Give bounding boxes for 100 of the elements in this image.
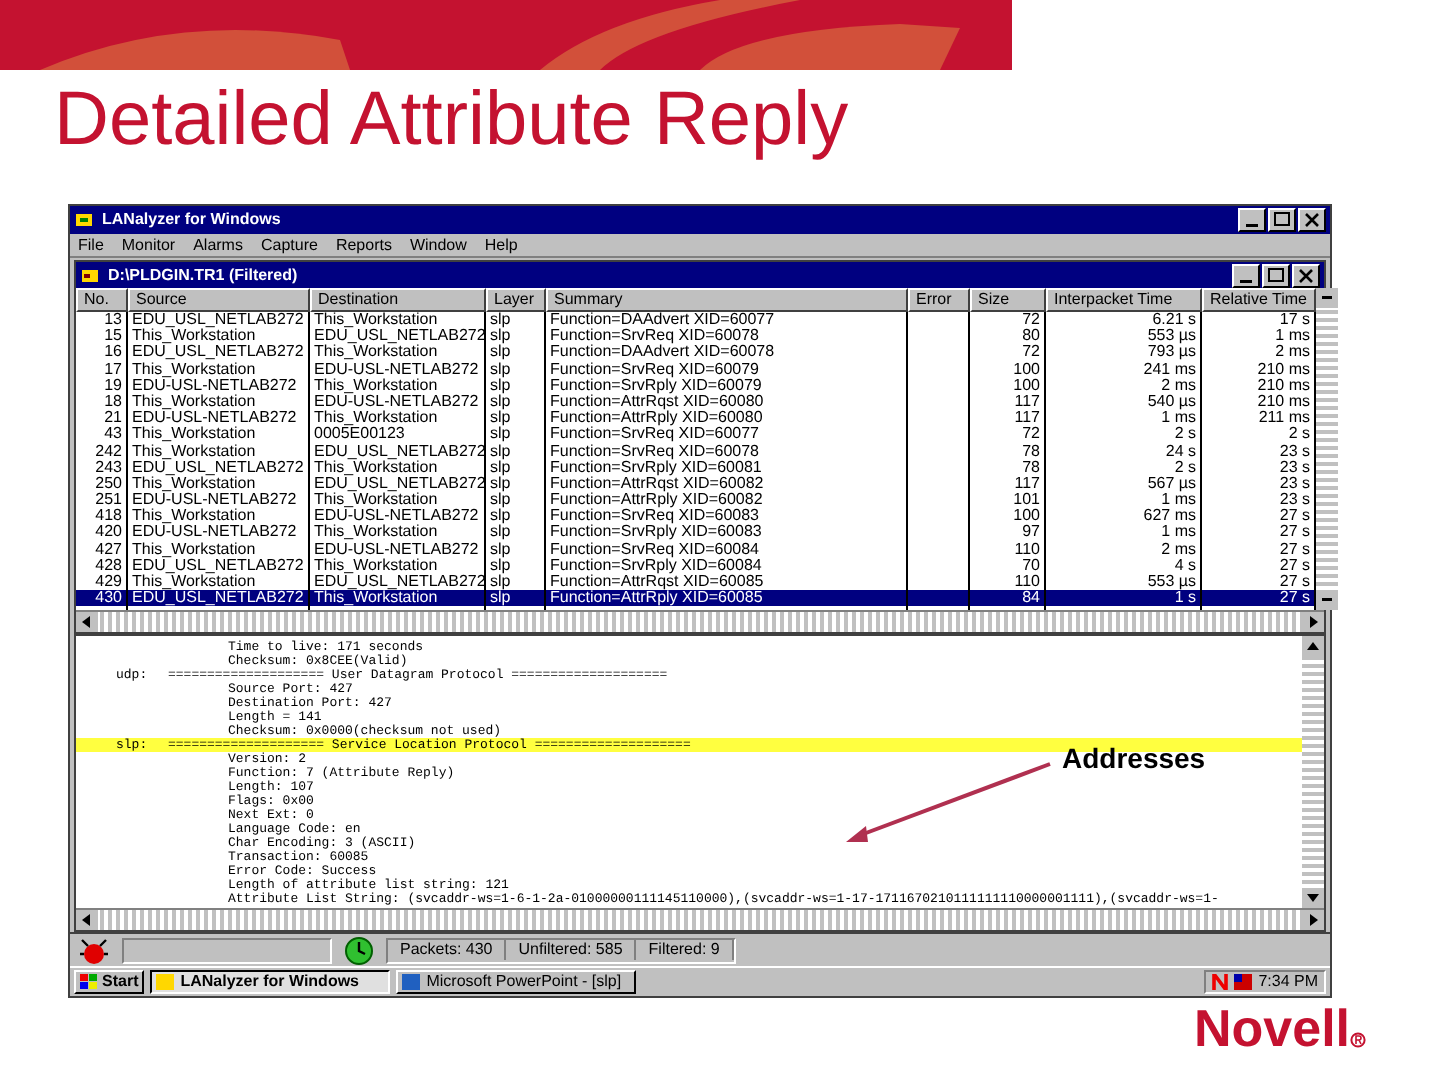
table-cell: Function=SrvRply XID=60081 [550,459,762,476]
table-cell-text: Function=AttrRqst XID=60085 [550,574,764,590]
table-cell: This_Workstation [314,524,438,542]
flag-icon [1234,974,1253,990]
menu-item[interactable]: Help [484,235,518,255]
table-cell: This_Workstation [132,508,256,525]
table-cell: 13 [104,312,122,329]
table-cell: 428 [95,557,122,574]
table-cell: This_Workstation [314,590,438,607]
scroll-right-icon[interactable] [1302,910,1324,930]
table-cell: 211 ms [1258,410,1310,427]
scroll-down-icon[interactable] [1316,590,1338,610]
column-header[interactable]: No. [76,288,128,312]
table-cell: 43 [104,426,122,443]
scroll-up-icon[interactable] [1302,636,1324,656]
table-cell: 2 s [1288,426,1310,443]
program-icon [402,974,421,990]
scroll-left-icon[interactable] [76,910,98,930]
table-cell: 17 s [1279,312,1310,329]
column-header[interactable]: Error [908,288,970,312]
table-cell: This_Workstation [314,557,438,574]
table-cell: 19 [104,377,122,394]
table-cell: Function=SrvReq XID=60079 [550,361,760,378]
table-cell: 0005E00123 [314,426,405,443]
table-cell: 1 ms [1161,524,1196,542]
minimize-icon[interactable] [1238,208,1266,232]
vertical-scrollbar[interactable] [1316,288,1338,610]
table-cell: 72 [1022,426,1040,443]
table-cell: 2 s [1174,426,1196,443]
scroll-left-icon[interactable] [76,612,98,632]
column-header[interactable]: Relative Time [1202,288,1316,312]
menu-item[interactable]: Window [409,235,467,255]
menu-item[interactable]: File [78,235,104,255]
table-cell-text: slp [490,574,511,590]
menu-item[interactable]: Alarms [193,235,243,255]
close-icon[interactable] [1292,263,1320,287]
table-cell: Function=AttrRply XID=60080 [550,410,763,427]
table-cell: 15 [104,328,122,345]
table-cell: 97 [1022,524,1040,542]
table-cell: 243 [95,459,122,476]
table-cell: This_Workstation [314,459,438,476]
scroll-right-icon[interactable] [1302,612,1324,632]
maximize-icon[interactable] [1262,263,1290,287]
table-cell: 80 [1022,328,1040,345]
scroll-up-icon[interactable] [1316,288,1338,308]
table-cell: EDU_USL_NETLAB272 [314,443,486,460]
table-cell-text: EDU-USL-NETLAB272 [314,393,479,410]
table-cell: This_Workstation [314,377,438,394]
table-cell-text: 250 [95,475,122,492]
table-cell: slp [490,508,511,525]
table-cell-text: EDU_USL_NETLAB272 [132,312,304,328]
column-header[interactable]: Summary [546,288,908,312]
table-cell: This_Workstation [132,426,256,443]
table-cell: 117 [1014,393,1040,411]
table-row[interactable]: 430 EDU_USL_NETLAB272 This_Workstation slp Function=AttrRply XID=60085 84 1 s 27 s [76,590,1316,607]
table-cell: 21 [104,410,122,427]
menu-item[interactable]: Monitor [121,235,176,255]
table-cell: 553 µs [1147,328,1196,345]
app-icon [74,210,94,230]
table-cell: 110 [1014,541,1040,558]
menu-item[interactable]: Capture [260,235,318,255]
vertical-scrollbar[interactable] [1302,636,1324,908]
table-cell-text: This_Workstation [132,393,256,410]
table-cell: This_Workstation [314,410,438,427]
column-header[interactable]: Source [128,288,310,312]
table-cell: 27 s [1279,508,1310,525]
column-header[interactable]: Size [970,288,1046,312]
menu-item[interactable]: Reports [335,235,392,255]
column-header[interactable]: Layer [486,288,546,312]
taskbar-button[interactable]: LANalyzer for Windows [150,970,391,994]
start-button[interactable]: Start [74,970,145,994]
scroll-down-icon[interactable] [1302,888,1324,908]
table-cell-text: 72 [1022,312,1040,328]
table-cell: 427 [95,541,122,558]
horizontal-scrollbar[interactable] [76,908,1324,930]
status-text: Unfiltered: 585 [506,940,637,960]
table-cell: slp [490,328,511,345]
table-cell: slp [490,344,511,362]
maximize-icon[interactable] [1268,208,1296,232]
table-cell: 70 [1022,557,1040,574]
table-cell-text: 429 [95,574,122,590]
registered-icon [1350,1032,1367,1048]
table-cell-text: slp [490,475,511,492]
close-icon[interactable] [1298,208,1326,232]
column-header[interactable]: Interpacket Time [1046,288,1202,312]
table-cell: 84 [1022,590,1040,607]
table-cell: This_Workstation [132,361,256,378]
horizontal-scrollbar[interactable] [76,610,1324,632]
table-cell: 420 [95,524,122,542]
column-header[interactable]: Destination [310,288,486,312]
table-cell: 210 ms [1257,361,1310,378]
table-cell: 27 s [1279,541,1310,558]
taskbar-button[interactable]: Microsoft PowerPoint - [slp] [396,970,637,994]
minimize-icon[interactable] [1232,263,1260,287]
table-cell-text: This_Workstation [314,312,438,328]
table-cell: Function=SrvRply XID=60079 [550,377,762,394]
table-cell-text: This_Workstation [132,475,256,492]
table-cell: 23 s [1279,459,1310,476]
table-cell: Function=SrvRply XID=60083 [550,524,762,542]
table-cell: 2 ms [1275,344,1310,362]
